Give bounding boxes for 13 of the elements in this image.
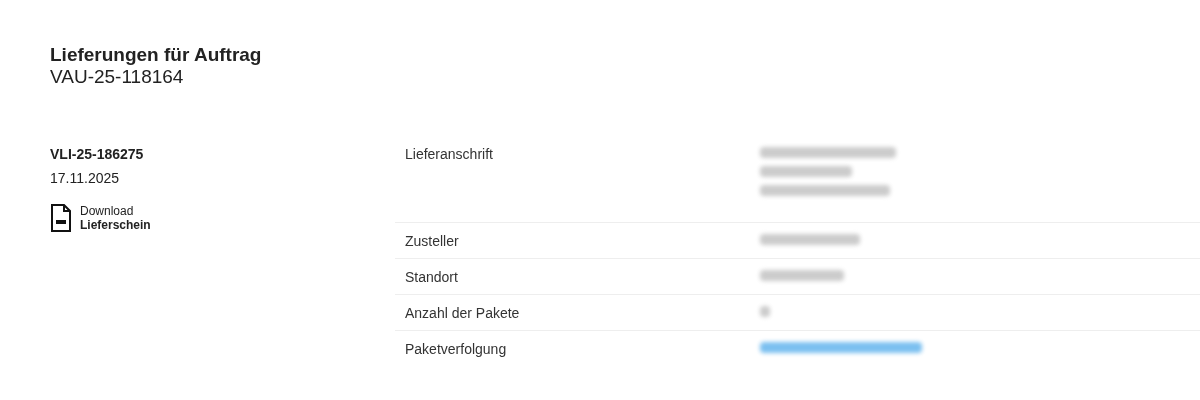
download-link[interactable]: Download Lieferschein xyxy=(50,204,151,232)
pdf-file-icon xyxy=(50,204,72,232)
detail-label: Zusteller xyxy=(405,233,460,251)
detail-label: Standort xyxy=(405,269,459,287)
delivery-date: 17.11.2025 xyxy=(50,170,120,186)
order-number: VAU-25-118164 xyxy=(50,66,185,88)
page-title: Lieferungen für Auftrag xyxy=(50,44,263,66)
detail-label: Lieferanschrift xyxy=(405,146,494,164)
detail-label: Paketverfolgung xyxy=(405,341,508,359)
detail-label: Anzahl der Pakete xyxy=(405,305,521,323)
blurred-text xyxy=(760,306,770,317)
delivery-number: VLI-25-186275 xyxy=(50,146,144,162)
blurred-link[interactable] xyxy=(760,342,922,353)
